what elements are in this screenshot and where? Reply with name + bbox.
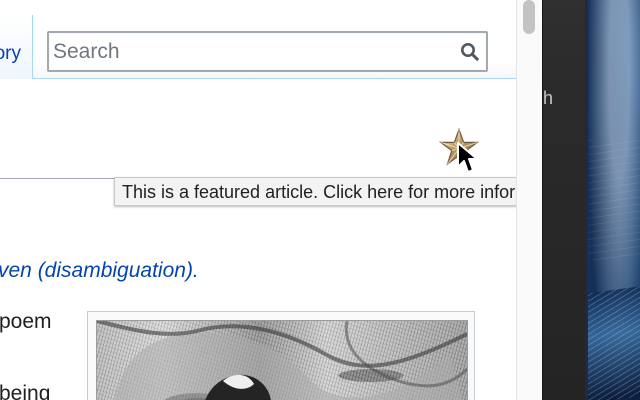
search-input[interactable] (53, 38, 443, 65)
disambiguation-link[interactable]: ven (disambiguation). (0, 258, 199, 284)
history-tab[interactable]: ory (0, 15, 33, 79)
background-text-fragment: h (543, 88, 554, 108)
search-icon[interactable] (460, 42, 480, 62)
screenshot-page: ory (0, 0, 640, 400)
mouse-pointer-icon (456, 142, 478, 174)
featured-article-tooltip: This is a featured article. Click here f… (114, 177, 516, 206)
vertical-scrollbar[interactable] (516, 0, 542, 400)
infobox-engraving-image (96, 320, 468, 400)
article-text-fragment-being: being (0, 382, 51, 400)
search-box[interactable] (47, 31, 488, 72)
history-tab-label: ory (0, 43, 21, 64)
article-text-fragment-poem: poem (0, 310, 52, 333)
background-ocean-photo (588, 0, 640, 400)
infobox-image-frame (87, 311, 475, 400)
background-dark-panel: h (542, 0, 585, 400)
scrollbar-thumb[interactable] (523, 0, 535, 34)
background-window: h (542, 0, 640, 400)
wikipedia-page: ory (0, 0, 516, 400)
